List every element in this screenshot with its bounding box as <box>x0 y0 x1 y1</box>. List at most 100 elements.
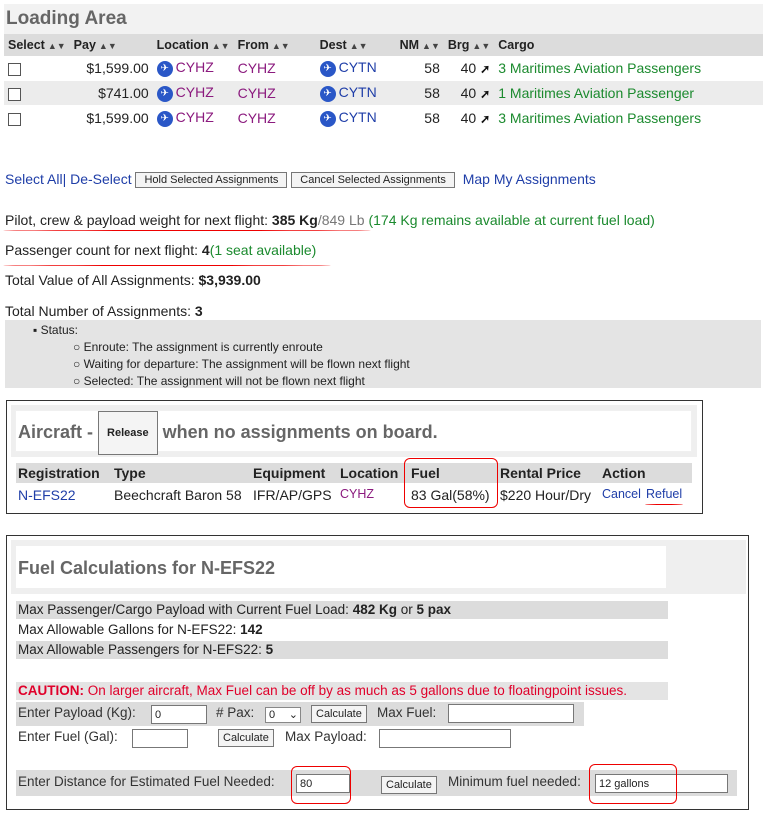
loading-area: Loading Area Select ▲▼ Pay ▲▼ Location ▲▼ F… <box>4 4 763 131</box>
airplane-icon: ✈ <box>319 110 336 127</box>
calculate-payload-button[interactable]: Calculate <box>311 705 367 723</box>
col-from[interactable]: From ▲▼ <box>233 34 316 56</box>
max-gallons-row: Max Allowable Gallons for N-EFS22: 142 <box>18 622 263 637</box>
select-all-link[interactable]: Select All <box>5 171 63 187</box>
row-select[interactable] <box>4 56 70 81</box>
total-value: Total Value of All Assignments: $3,939.0… <box>5 272 261 288</box>
row-from[interactable]: CYHZ <box>233 56 316 81</box>
col-brg[interactable]: Brg ▲▼ <box>443 34 495 56</box>
max-payload-output[interactable] <box>379 729 511 748</box>
weight-summary: Pilot, crew & payload weight for next fl… <box>5 212 655 228</box>
row-pay: $1,599.00 <box>69 56 153 81</box>
airplane-icon: ✈ <box>156 110 173 127</box>
row-select[interactable] <box>4 105 70 131</box>
sort-icon: ▲▼ <box>271 41 290 51</box>
refuel-link[interactable]: Refuel <box>646 487 682 501</box>
max-payload-row: Max Passenger/Cargo Payload with Current… <box>16 601 668 619</box>
sort-icon: ▲▼ <box>422 41 440 51</box>
status-heading: ▪ Status: <box>33 323 78 337</box>
cancel-link[interactable]: Cancel <box>602 487 641 501</box>
status-item: ○ Selected: The assignment will not be f… <box>73 374 365 388</box>
passenger-summary: Passenger count for next flight: 4(1 sea… <box>5 242 317 258</box>
hold-selected-button[interactable]: Hold Selected Assignments <box>135 172 288 189</box>
col-dest[interactable]: Dest ▲▼ <box>315 34 396 56</box>
row-dest[interactable]: ✈ CYTN <box>315 105 396 131</box>
fuel-calculations-panel: Fuel Calculations for N-EFS22 Max Passen… <box>6 535 749 810</box>
bearing-arrow-icon: ➚ <box>480 62 491 76</box>
fuel-input[interactable] <box>132 729 188 748</box>
row-nm: 58 <box>395 56 444 81</box>
location-link[interactable]: CYHZ <box>340 487 374 501</box>
row-cargo: 1 Maritimes Aviation Passenger <box>494 80 763 106</box>
sort-icon: ▲▼ <box>98 41 117 51</box>
col-pay[interactable]: Pay ▲▼ <box>69 34 153 56</box>
row-from[interactable]: CYHZ <box>233 80 316 106</box>
col-nm[interactable]: NM ▲▼ <box>395 34 444 56</box>
row-cargo: 3 Maritimes Aviation Passengers <box>494 56 763 81</box>
row-pay: $741.00 <box>69 80 153 106</box>
row-location[interactable]: ✈ CYHZ <box>152 105 234 131</box>
registration-link[interactable]: N-EFS22 <box>18 487 76 503</box>
assignment-actions: Select All| De-Select Hold Selected Assi… <box>5 171 596 189</box>
calculate-distance-button[interactable]: Calculate <box>381 776 437 794</box>
status-item: ○ Enroute: The assignment is currently e… <box>73 340 323 354</box>
table-header: Select ▲▼ Pay ▲▼ Location ▲▼ From ▲▼ Dest ▲▼ … <box>4 34 763 56</box>
max-pax-row: Max Allowable Passengers for N-EFS22: 5 <box>16 641 668 659</box>
row-brg: 40 ➚ <box>443 56 495 81</box>
bearing-arrow-icon: ➚ <box>480 112 491 126</box>
airplane-icon: ✈ <box>156 85 173 102</box>
col-cargo[interactable]: Cargo <box>494 34 763 56</box>
row-dest[interactable]: ✈ CYTN <box>315 56 396 81</box>
airplane-icon: ✈ <box>319 60 336 77</box>
bearing-arrow-icon: ➚ <box>480 87 491 101</box>
row-cargo: 3 Maritimes Aviation Passengers <box>494 105 763 131</box>
row-nm: 58 <box>395 105 444 131</box>
aircraft-panel: Aircraft - Release when no assignments o… <box>6 400 703 514</box>
row-pay: $1,599.00 <box>69 105 153 131</box>
status-legend: ▪ Status: ○ Enroute: The assignment is c… <box>5 320 761 388</box>
sort-icon: ▲▼ <box>47 41 66 51</box>
assignments-table: Select ▲▼ Pay ▲▼ Location ▲▼ From ▲▼ Dest ▲▼ … <box>4 34 763 131</box>
airplane-icon: ✈ <box>319 85 336 102</box>
cancel-selected-button[interactable]: Cancel Selected Assignments <box>291 172 455 189</box>
release-button[interactable]: Release <box>98 411 158 455</box>
calculate-fuel-button[interactable]: Calculate <box>218 729 274 747</box>
distance-input[interactable]: 80 <box>296 774 350 793</box>
payload-input[interactable]: 0 <box>151 705 207 724</box>
aircraft-table-header: Registration Type Equipment Location Fue… <box>16 463 692 483</box>
min-fuel-output[interactable]: 12 gallons <box>595 774 728 793</box>
row-select[interactable] <box>4 80 70 106</box>
chevron-down-icon: ⌄ <box>288 709 298 721</box>
row-brg: 40 ➚ <box>443 80 495 106</box>
row-dest[interactable]: ✈ CYTN <box>315 80 396 106</box>
col-select[interactable]: Select ▲▼ <box>4 34 70 56</box>
row-location[interactable]: ✈ CYHZ <box>152 56 234 81</box>
loading-area-title: Loading Area <box>4 4 763 34</box>
select-checkbox[interactable] <box>8 112 21 126</box>
map-assignments-link[interactable]: Map My Assignments <box>463 171 596 187</box>
annotation-underline <box>3 265 331 266</box>
max-fuel-output[interactable] <box>448 704 574 723</box>
status-item: ○ Waiting for departure: The assignment … <box>73 357 410 371</box>
table-row: $741.00 ✈ CYHZ CYHZ ✈ CYTN 58 40 ➚ 1 Mariti… <box>4 80 763 106</box>
total-count: Total Number of Assignments: 3 <box>5 303 203 319</box>
caution-row: CAUTION: On larger aircraft, Max Fuel ca… <box>16 682 668 700</box>
pax-select[interactable]: 0 ⌄ <box>265 707 301 723</box>
select-checkbox[interactable] <box>8 62 21 76</box>
sort-icon: ▲▼ <box>211 41 230 51</box>
fuel-title: Fuel Calculations for N-EFS22 <box>16 546 666 588</box>
airplane-icon: ✈ <box>156 60 173 77</box>
sort-icon: ▲▼ <box>472 41 491 51</box>
row-location[interactable]: ✈ CYHZ <box>152 80 234 106</box>
row-from[interactable]: CYHZ <box>233 105 316 131</box>
row-brg: 40 ➚ <box>443 105 495 131</box>
aircraft-title: Aircraft - Release when no assignments o… <box>16 411 691 455</box>
annotation-underline <box>3 230 371 231</box>
table-row: $1,599.00 ✈ CYHZ CYHZ ✈ CYTN 58 40 ➚ 3 Mari… <box>4 105 763 131</box>
col-location[interactable]: Location ▲▼ <box>152 34 234 56</box>
row-nm: 58 <box>395 80 444 106</box>
sort-icon: ▲▼ <box>349 41 368 51</box>
aircraft-row: N-EFS22 Beechcraft Baron 58 IFR/AP/GPS C… <box>18 487 683 503</box>
deselect-link[interactable]: De-Select <box>70 171 131 187</box>
select-checkbox[interactable] <box>8 87 21 101</box>
